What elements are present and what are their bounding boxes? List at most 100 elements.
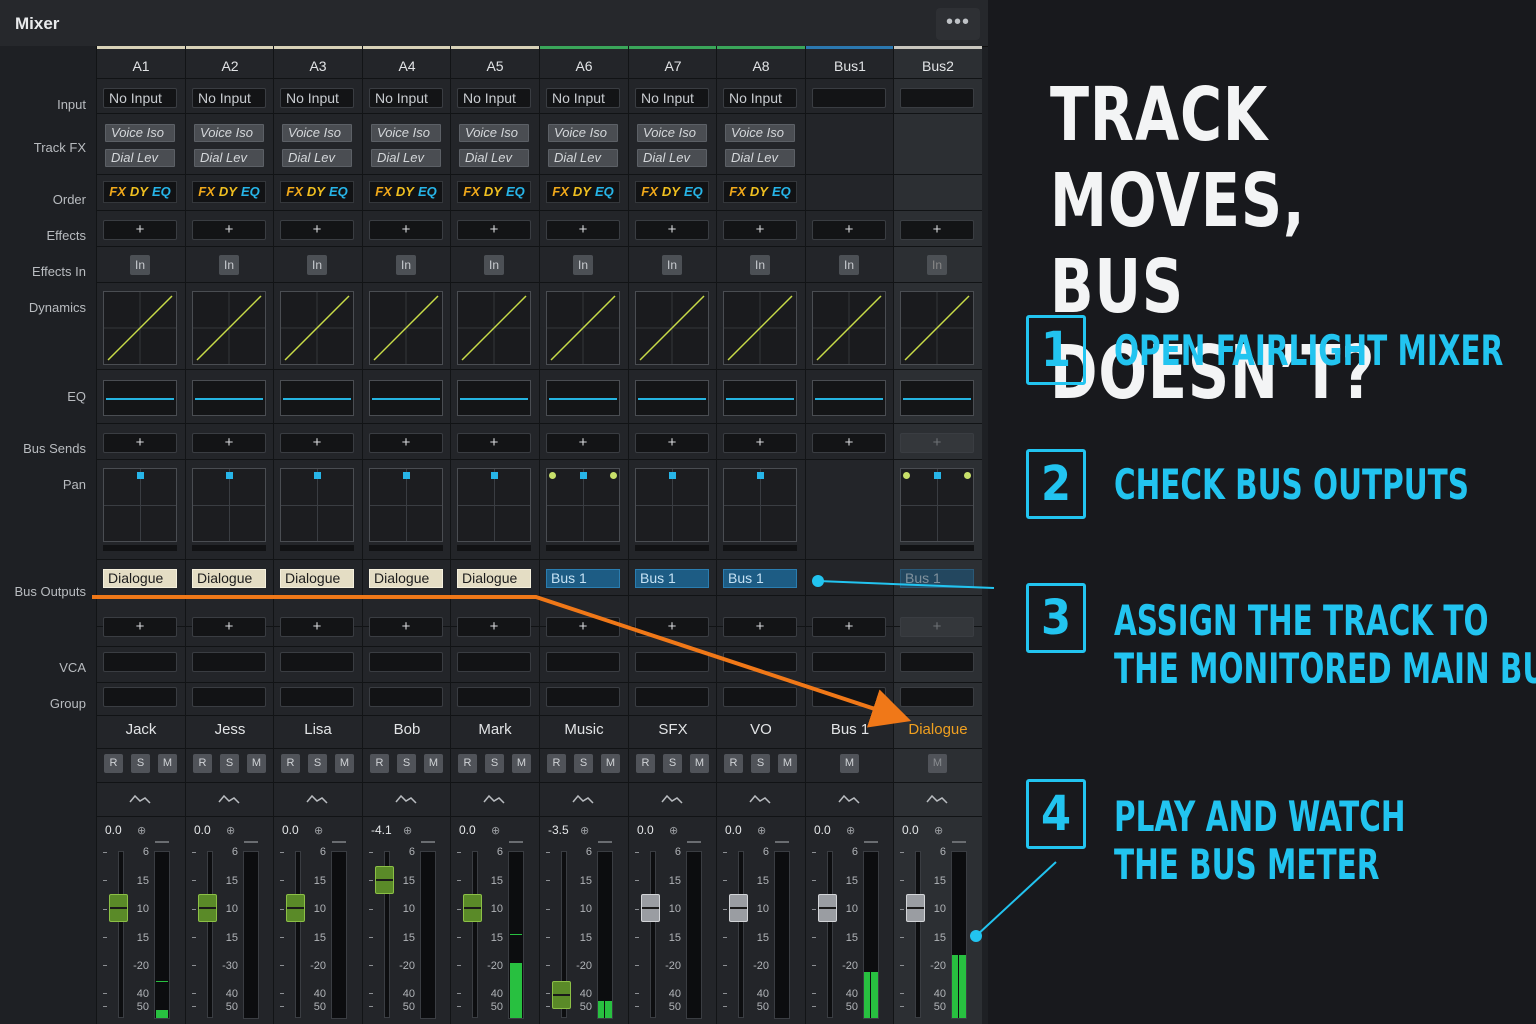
input-selector[interactable]: No Input [103,88,177,108]
pan-control[interactable] [546,468,620,542]
track-name[interactable]: Jess [186,721,274,738]
effects-in-button[interactable]: In [484,255,504,275]
automation-icon[interactable] [540,788,628,810]
pan-control[interactable] [369,468,443,542]
track-fx-slot[interactable]: Dial Lev [548,149,618,167]
add-bus-output-button[interactable]: + [635,617,709,637]
input-selector[interactable]: No Input [192,88,266,108]
group-selector[interactable] [369,687,443,707]
bus-output-selector[interactable]: Dialogue [457,569,531,588]
group-selector[interactable] [192,687,266,707]
mute-button[interactable]: M [335,754,354,773]
order-selector[interactable]: FX DY EQ [723,181,797,203]
bus-output-selector[interactable]: Dialogue [103,569,177,588]
volume-fader[interactable] [109,894,128,922]
volume-fader[interactable] [286,894,305,922]
track-fx-slot[interactable]: Dial Lev [371,149,441,167]
add-bus-output-button[interactable]: + [900,617,974,637]
pan-control[interactable] [457,468,531,542]
track-fx-slot[interactable]: Voice Iso [371,124,441,142]
add-effect-button[interactable]: + [812,220,886,240]
volume-fader[interactable] [818,894,837,922]
vca-selector[interactable] [812,652,886,672]
pan-knob-icon[interactable]: ⊕ [934,824,943,837]
pan-knob-icon[interactable]: ⊕ [580,824,589,837]
add-effect-button[interactable]: + [900,220,974,240]
automation-icon[interactable] [806,788,894,810]
record-arm-button[interactable]: R [193,754,212,773]
mute-button[interactable]: M [512,754,531,773]
solo-button[interactable]: S [485,754,504,773]
pan-control[interactable] [635,468,709,542]
dynamics-graph[interactable] [900,291,974,365]
bus-output-selector[interactable]: Dialogue [192,569,266,588]
volume-fader[interactable] [375,866,394,894]
automation-icon[interactable] [274,788,362,810]
mute-button[interactable]: M [424,754,443,773]
bus-output-selector[interactable]: Bus 1 [635,569,709,588]
automation-icon[interactable] [629,788,717,810]
pan-knob-icon[interactable]: ⊕ [757,824,766,837]
solo-button[interactable]: S [751,754,770,773]
input-selector[interactable]: No Input [723,88,797,108]
mute-button[interactable]: M [601,754,620,773]
solo-button[interactable]: S [220,754,239,773]
bus-send-button[interactable]: + [635,433,709,453]
bus-output-selector[interactable]: Bus 1 [723,569,797,588]
vca-selector[interactable] [635,652,709,672]
track-fx-slot[interactable]: Dial Lev [459,149,529,167]
bus-send-button[interactable]: + [723,433,797,453]
record-arm-button[interactable]: R [458,754,477,773]
pan-knob-icon[interactable]: ⊕ [226,824,235,837]
solo-button[interactable]: S [574,754,593,773]
more-dots-icon[interactable]: ••• [936,8,980,40]
bus-output-selector[interactable]: Bus 1 [900,569,974,588]
vca-selector[interactable] [900,652,974,672]
track-name[interactable]: Mark [451,721,539,738]
track-fx-slot[interactable]: Dial Lev [637,149,707,167]
order-selector[interactable]: FX DY EQ [280,181,354,203]
volume-fader[interactable] [463,894,482,922]
record-arm-button[interactable]: R [724,754,743,773]
dynamics-graph[interactable] [812,291,886,365]
effects-in-button[interactable]: In [130,255,150,275]
effects-in-button[interactable]: In [396,255,416,275]
pan-knob-icon[interactable]: ⊕ [403,824,412,837]
eq-graph[interactable] [280,380,354,416]
volume-fader[interactable] [729,894,748,922]
volume-fader[interactable] [552,981,571,1009]
volume-fader[interactable] [198,894,217,922]
automation-icon[interactable] [894,788,982,810]
vca-selector[interactable] [103,652,177,672]
group-selector[interactable] [900,687,974,707]
vca-selector[interactable] [280,652,354,672]
eq-graph[interactable] [192,380,266,416]
vca-selector[interactable] [457,652,531,672]
volume-fader[interactable] [641,894,660,922]
solo-button[interactable]: S [308,754,327,773]
order-selector[interactable]: FX DY EQ [192,181,266,203]
volume-fader[interactable] [906,894,925,922]
mute-button[interactable]: M [158,754,177,773]
track-name[interactable]: Dialogue [894,721,982,738]
bus-send-button[interactable]: + [369,433,443,453]
vca-selector[interactable] [546,652,620,672]
mute-button[interactable]: M [247,754,266,773]
record-arm-button[interactable]: R [370,754,389,773]
track-fx-slot[interactable]: Voice Iso [637,124,707,142]
pan-control[interactable] [103,468,177,542]
track-fx-slot[interactable]: Voice Iso [105,124,175,142]
automation-icon[interactable] [363,788,451,810]
bus-output-selector[interactable]: Dialogue [280,569,354,588]
bus-send-button[interactable]: + [280,433,354,453]
effects-in-button[interactable]: In [750,255,770,275]
order-selector[interactable]: FX DY EQ [103,181,177,203]
add-bus-output-button[interactable]: + [103,617,177,637]
automation-icon[interactable] [186,788,274,810]
dynamics-graph[interactable] [546,291,620,365]
record-arm-button[interactable]: R [281,754,300,773]
track-fx-slot[interactable]: Dial Lev [725,149,795,167]
track-name[interactable]: SFX [629,721,717,738]
input-selector[interactable] [812,88,886,108]
pan-control[interactable] [192,468,266,542]
